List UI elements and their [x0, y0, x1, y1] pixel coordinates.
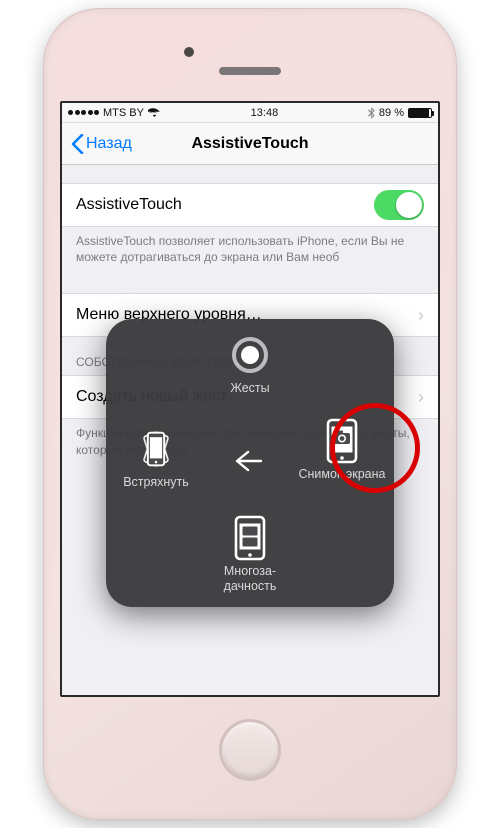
at-label: Жесты: [230, 381, 269, 395]
shake-icon: [134, 427, 178, 471]
at-label: Встряхнуть: [123, 475, 189, 489]
at-item-gestures[interactable]: Жесты: [200, 333, 300, 395]
home-button[interactable]: [219, 719, 281, 781]
device-speaker: [219, 67, 281, 75]
assistivetouch-toggle-row[interactable]: AssistiveTouch: [62, 183, 438, 227]
multitask-icon: [228, 516, 272, 560]
at-item-shake[interactable]: Встряхнуть: [106, 427, 206, 489]
at-label: Снимок экрана: [298, 467, 385, 481]
bluetooth-icon: [368, 107, 375, 119]
clock-label: 13:48: [251, 107, 279, 119]
chevron-right-icon: ›: [418, 388, 424, 406]
back-label: Назад: [86, 135, 132, 153]
chevron-right-icon: ›: [418, 306, 424, 324]
nav-bar: Назад AssistiveTouch: [62, 123, 438, 165]
battery-icon: [408, 108, 432, 118]
at-item-screenshot[interactable]: Снимок экрана: [292, 419, 392, 481]
screenshot-icon: [320, 419, 364, 463]
arrow-left-icon: [227, 439, 271, 483]
status-bar: MTS BY 13:48 89 %: [62, 103, 438, 123]
signal-icon: [68, 110, 99, 115]
device-top: [60, 25, 440, 101]
toggle-footer: AssistiveTouch позволяет использовать iP…: [62, 227, 438, 265]
page-title: AssistiveTouch: [191, 135, 308, 153]
at-label: Многоза- дачность: [224, 564, 277, 593]
gestures-icon: [228, 333, 272, 377]
screen: MTS BY 13:48 89 % Назад AssistiveTouch: [60, 101, 440, 697]
wifi-icon: [148, 108, 161, 118]
carrier-label: MTS BY: [103, 107, 144, 119]
back-button[interactable]: Назад: [66, 123, 136, 164]
assistivetouch-panel: Жесты: [106, 319, 394, 607]
device-camera: [184, 47, 194, 57]
device-frame: MTS BY 13:48 89 % Назад AssistiveTouch: [43, 8, 457, 820]
at-item-back[interactable]: [224, 439, 274, 483]
battery-pct-label: 89 %: [379, 107, 404, 119]
toggle-label: AssistiveTouch: [76, 196, 182, 214]
toggle-switch[interactable]: [374, 190, 424, 220]
chevron-left-icon: [70, 134, 84, 154]
device-bottom: [60, 697, 440, 803]
at-item-multitask[interactable]: Многоза- дачность: [200, 516, 300, 593]
